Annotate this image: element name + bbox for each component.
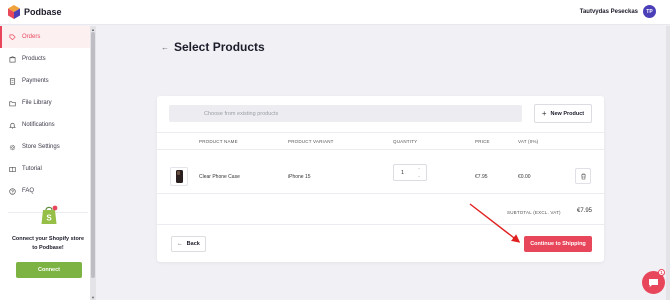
- sidebar-item-label: FAQ: [22, 188, 35, 194]
- subtotal-label: SUBTOTAL (EXCL. VAT): [507, 210, 561, 215]
- product-name: Clear Phone Case: [199, 174, 240, 180]
- product-search-input[interactable]: [169, 105, 522, 122]
- sidebar-item-label: Notifications: [22, 122, 55, 128]
- page-scrollbar[interactable]: [666, 26, 670, 300]
- book-icon: [9, 166, 16, 173]
- tag-icon: [9, 34, 16, 41]
- podbase-logo-icon: [8, 5, 20, 19]
- promo-text: Connect your Shopify store to Podbase!: [11, 236, 85, 251]
- chat-bubble-icon: [649, 278, 658, 287]
- scroll-down-icon[interactable]: ▼: [90, 294, 96, 300]
- connect-button[interactable]: Connect: [16, 262, 82, 278]
- table-row: Clear Phone Case iPhone 15 1 ⌃ ⌄ €7.95 €0…: [157, 156, 604, 194]
- user-name: Tautvydas Peseckas: [579, 8, 638, 15]
- column-header-product-variant: PRODUCT VARIANT: [288, 139, 334, 144]
- sidebar-item-label: Store Settings: [22, 144, 60, 150]
- logo[interactable]: Podbase: [8, 5, 62, 19]
- bell-icon: [9, 122, 16, 129]
- phone-case-image: [175, 170, 183, 183]
- shopify-bag-icon: S: [41, 205, 58, 224]
- sidebar-item-label: Products: [22, 56, 46, 62]
- gear-icon: [9, 144, 16, 151]
- quantity-value[interactable]: 1: [401, 170, 404, 176]
- column-header-quantity: QUANTITY: [393, 139, 418, 144]
- app-name: Podbase: [24, 7, 62, 17]
- sidebar-item-faq[interactable]: FAQ: [0, 180, 90, 202]
- avatar[interactable]: TP: [643, 5, 656, 18]
- continue-to-shipping-button[interactable]: Continue to Shipping: [524, 236, 592, 252]
- sidebar-item-products[interactable]: Products: [0, 48, 90, 70]
- payments-icon: [9, 77, 16, 85]
- user-menu[interactable]: Tautvydas Peseckas TP: [580, 5, 656, 18]
- sidebar-item-label: Payments: [22, 78, 49, 84]
- trash-icon: [580, 173, 586, 179]
- chat-button[interactable]: 1: [642, 269, 665, 294]
- question-icon: [9, 187, 16, 195]
- column-header-price: PRICE: [475, 139, 490, 144]
- page-title: Select Products: [174, 40, 265, 54]
- divider: [157, 224, 604, 225]
- arrow-left-icon: ←: [177, 241, 183, 247]
- table-header: PRODUCT NAME PRODUCT VARIANT QUANTITY PR…: [157, 132, 604, 150]
- sidebar-item-store-settings[interactable]: Store Settings: [0, 136, 90, 158]
- sidebar-item-label: File Library: [22, 100, 52, 106]
- folder-icon: [9, 100, 16, 107]
- product-vat: €0.00: [518, 174, 531, 180]
- chat-badge: 1: [658, 269, 665, 276]
- scroll-thumb[interactable]: [91, 32, 95, 278]
- delete-button[interactable]: [575, 168, 591, 184]
- product-price: €7.95: [475, 174, 488, 180]
- sidebar-scrollbar[interactable]: ▲ ▼: [90, 26, 96, 300]
- sidebar-item-file-library[interactable]: File Library: [0, 92, 90, 114]
- column-header-vat: VAT (0%): [518, 139, 539, 144]
- sidebar-item-payments[interactable]: Payments: [0, 70, 90, 92]
- new-product-button[interactable]: + New Product: [534, 104, 592, 123]
- shopify-promo: S Connect your Shopify store to Podbase!…: [8, 205, 88, 288]
- sidebar-item-notifications[interactable]: Notifications: [0, 114, 90, 136]
- svg-text:S: S: [46, 214, 52, 223]
- top-bar: Podbase Tautvydas Peseckas TP: [0, 0, 670, 25]
- product-thumbnail: [170, 167, 188, 186]
- stepper-arrows-icon[interactable]: ⌃ ⌄: [414, 167, 424, 179]
- new-product-label: New Product: [550, 110, 585, 117]
- sidebar-item-orders[interactable]: Orders: [0, 26, 90, 48]
- column-header-product-name: PRODUCT NAME: [199, 139, 238, 144]
- plus-icon: +: [541, 109, 547, 118]
- quantity-stepper[interactable]: 1 ⌃ ⌄: [393, 164, 427, 181]
- select-products-card: + New Product PRODUCT NAME PRODUCT VARIA…: [157, 96, 604, 262]
- sidebar-item-label: Tutorial: [22, 166, 42, 172]
- sidebar-item-label: Orders: [22, 34, 41, 40]
- product-variant: iPhone 15: [288, 174, 311, 180]
- sidebar-item-tutorial[interactable]: Tutorial: [0, 158, 90, 180]
- back-arrow-icon[interactable]: ←: [161, 43, 169, 52]
- subtotal-value: €7.95: [577, 208, 593, 214]
- back-label: Back: [186, 241, 200, 247]
- back-button[interactable]: ← Back: [171, 236, 206, 252]
- box-icon: [9, 55, 16, 63]
